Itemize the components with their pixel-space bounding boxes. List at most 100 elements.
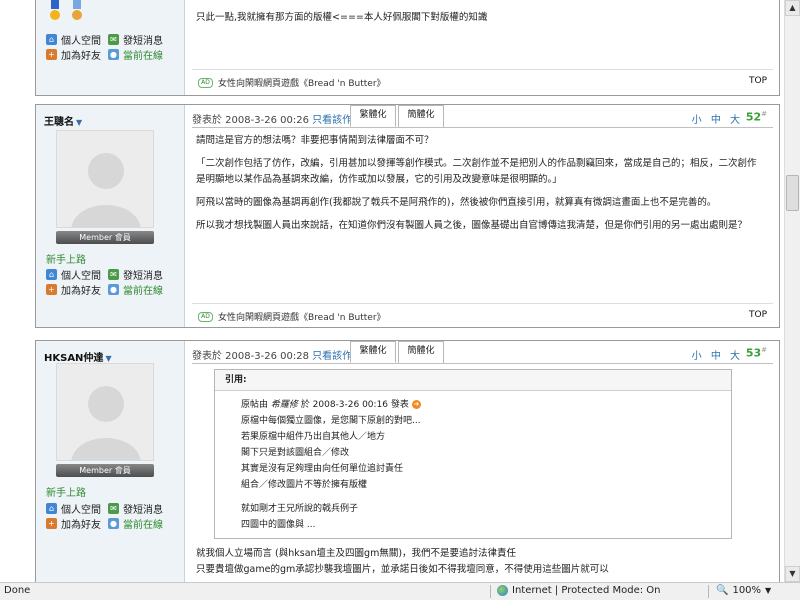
online-status: ● 當前在線 (108, 518, 163, 531)
post-52: 王聰名 ▼ Member 會員 新手上路 ⌂ 個人空間 ✉ 發短消息 + 加為好友 ● 當… (35, 104, 780, 328)
post-number[interactable]: 52# (746, 110, 767, 124)
status-text: Done (4, 585, 31, 596)
member-rank: 新手上路 (46, 255, 86, 266)
message-link[interactable]: ✉ 發短消息 (108, 32, 163, 47)
member-badge: Member 會員 (56, 464, 154, 477)
script-tabs: 繁體化 簡體化 (350, 341, 446, 363)
quote-spacer (241, 493, 731, 501)
quote-body: 原帖由 希羅修 於 2008-3-26 00:16 發表 ➜ 原檔中每個獨立圖像… (215, 391, 731, 533)
online-user-icon: ● (108, 284, 119, 295)
quote-line: 原檔中每個獨立圖像，是您閣下原創的對吧... (241, 416, 421, 426)
ad-icon: AD (198, 311, 213, 322)
signature-divider (192, 303, 773, 304)
home-icon: ⌂ (46, 34, 57, 45)
post-paragraph: 所以我才想找製圖人員出來說話，在知道你們沒有製圖人員之後，圖像基礎出自官博傳這我… (196, 220, 748, 231)
page-viewport: ⌂ 個人空間 ✉ 發短消息 + 加為好友 ● 當前在線 只此一點,我就擁有那方面的版權<… (0, 0, 784, 582)
quote-title: 引用: (215, 370, 731, 391)
post-sidebar: HKSAN仲達 ▼ Member 會員 新手上路 ⌂ 個人空間 ✉ 發短消息 + 加為好… (36, 341, 185, 582)
tab-simplified[interactable]: 簡體化 (398, 105, 444, 127)
quote-author[interactable]: 希羅修 (271, 400, 298, 410)
signature[interactable]: AD 女性向閑暇網頁遊戲《Bread 'n Butter》 (198, 310, 386, 323)
chevron-down-icon: ▼ (765, 586, 772, 595)
signature-divider (192, 69, 773, 70)
scroll-down-icon[interactable]: ▼ (785, 566, 800, 582)
top-link[interactable]: TOP (749, 76, 767, 86)
signature[interactable]: AD 女性向閑暇網頁遊戲《Bread 'n Butter》 (198, 76, 386, 89)
online-user-icon: ● (108, 518, 119, 529)
medal-icon (50, 0, 60, 20)
profile-link[interactable]: ⌂ 個人空間 (46, 32, 101, 47)
post-content: 發表於 2008-3-26 00:28 只看該作者 繁體化 簡體化 小 中 大 … (192, 341, 773, 582)
message-link[interactable]: ✉ 發短消息 (108, 501, 163, 516)
security-zone[interactable]: Internet | Protected Mode: On (497, 585, 660, 596)
post-number[interactable]: 53# (746, 346, 767, 360)
post-meta: 發表於 2008-3-26 00:28 只看該作者 (192, 351, 363, 362)
author-name[interactable]: 王聰名 ▼ (44, 113, 82, 128)
medal-icon (72, 0, 82, 20)
quote-line: 若果原檔中組件乃出自其他人／地方 (241, 432, 386, 442)
post-paragraph: 阿飛以當時的圖像為基調再創作(我都說了戟兵不是阿飛作的)，然後被你們直接引用，就… (196, 197, 717, 208)
quote-line: 四圖中的圖像與 ... (241, 520, 316, 530)
font-size-switch[interactable]: 小 中 大 (692, 111, 743, 126)
header-divider (192, 127, 773, 128)
quote-line: 組合／修改圖片不等於擁有版權 (241, 480, 368, 490)
post-header: 發表於 2008-3-26 00:28 只看該作者 繁體化 簡體化 小 中 大 … (192, 341, 773, 363)
add-friend-icon: + (46, 284, 57, 295)
script-tabs: 繁體化 簡體化 (350, 105, 446, 127)
post-paragraph: 就我個人立場而言 (與hksan壇主及四圖gm無關)，我們不是要追討法律責任 (196, 548, 517, 559)
post-sidebar: 王聰名 ▼ Member 會員 新手上路 ⌂ 個人空間 ✉ 發短消息 + 加為好友 ● 當… (36, 105, 185, 327)
post-paragraph: 「二次創作包括了仿作，改編，引用甚加以發揮等創作模式。二次創作並不是把別人的作品… (196, 158, 757, 185)
profile-link[interactable]: ⌂ 個人空間 (46, 267, 101, 282)
post-51: ⌂ 個人空間 ✉ 發短消息 + 加為好友 ● 當前在線 只此一點,我就擁有那方面的版權<… (35, 0, 780, 96)
online-status: ● 當前在線 (108, 49, 163, 62)
default-avatar-icon (57, 364, 153, 460)
quote-line: 其實是沒有足夠理由向任何單位追討責任 (241, 464, 404, 474)
author-name[interactable]: HKSAN仲達 ▼ (44, 349, 112, 364)
quote-line: 閣下只是對該圖組合／修改 (241, 448, 350, 458)
zoom-control[interactable]: 🔍 100% ▼ (716, 585, 771, 596)
post-body: 只此一點,我就擁有那方面的版權<===本人好佩服閣下對版權的知識 (196, 10, 765, 33)
post-meta: 發表於 2008-3-26 00:26 只看該作者 (192, 115, 363, 126)
header-divider (192, 363, 773, 364)
status-bar: Done Internet | Protected Mode: On 🔍 100%… (0, 582, 800, 600)
tab-traditional[interactable]: 繁體化 (350, 105, 396, 127)
add-friend-link[interactable]: + 加為好友 (46, 47, 101, 62)
post-sidebar: ⌂ 個人空間 ✉ 發短消息 + 加為好友 ● 當前在線 (36, 0, 185, 95)
message-icon: ✉ (108, 503, 119, 514)
post-body: 就我個人立場而言 (與hksan壇主及四圖gm無關)，我們不是要追討法律責任 只… (196, 546, 765, 578)
tab-simplified[interactable]: 簡體化 (398, 341, 444, 363)
post-content: 只此一點,我就擁有那方面的版權<===本人好佩服閣下對版權的知識 AD 女性向閑暇… (192, 0, 773, 95)
message-icon: ✉ (108, 34, 119, 45)
font-size-switch[interactable]: 小 中 大 (692, 347, 743, 362)
hash-icon: # (761, 110, 767, 118)
avatar (56, 130, 154, 228)
scroll-up-icon[interactable]: ▲ (785, 0, 800, 16)
message-icon: ✉ (108, 269, 119, 280)
post-header: 發表於 2008-3-26 00:26 只看該作者 繁體化 簡體化 小 中 大 … (192, 105, 773, 127)
tab-traditional[interactable]: 繁體化 (350, 341, 396, 363)
ad-icon: AD (198, 77, 213, 88)
globe-icon (497, 585, 508, 596)
online-status: ● 當前在線 (108, 284, 163, 297)
vertical-scrollbar[interactable]: ▲ ▼ (784, 0, 800, 582)
post-body: 請問這是官方的想法嗎？非要把事情鬧到法律層面不可？ 「二次創作包括了仿作，改編，… (196, 133, 765, 241)
top-link[interactable]: TOP (749, 310, 767, 320)
zoom-icon: 🔍 (716, 585, 729, 596)
add-friend-icon: + (46, 49, 57, 60)
profile-link[interactable]: ⌂ 個人空間 (46, 501, 101, 516)
default-avatar-icon (57, 131, 153, 227)
member-badge: Member 會員 (56, 231, 154, 244)
home-icon: ⌂ (46, 269, 57, 280)
add-friend-link[interactable]: + 加為好友 (46, 516, 101, 531)
go-to-post-icon[interactable]: ➜ (411, 400, 421, 409)
status-divider (490, 585, 491, 598)
avatar (56, 363, 154, 461)
add-friend-icon: + (46, 518, 57, 529)
post-paragraph: 只要貴壇做game的gm承認抄襲我壇圖片，並承諾日後如不得我壇同意，不得使用這些… (196, 564, 609, 575)
scroll-thumb[interactable] (786, 175, 799, 211)
post-53: HKSAN仲達 ▼ Member 會員 新手上路 ⌂ 個人空間 ✉ 發短消息 + 加為好… (35, 340, 780, 582)
add-friend-link[interactable]: + 加為好友 (46, 282, 101, 297)
message-link[interactable]: ✉ 發短消息 (108, 267, 163, 282)
home-icon: ⌂ (46, 503, 57, 514)
chevron-down-icon: ▼ (105, 354, 112, 363)
